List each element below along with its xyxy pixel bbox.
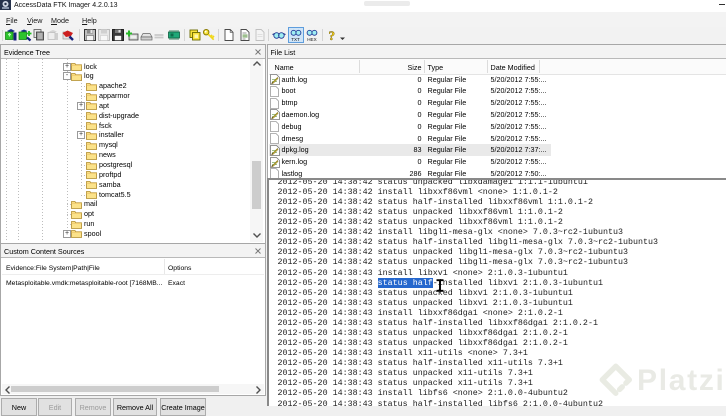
- svg-text:HEX: HEX: [307, 37, 316, 42]
- svg-text:?: ?: [329, 28, 336, 42]
- svg-text:TXT: TXT: [291, 37, 300, 42]
